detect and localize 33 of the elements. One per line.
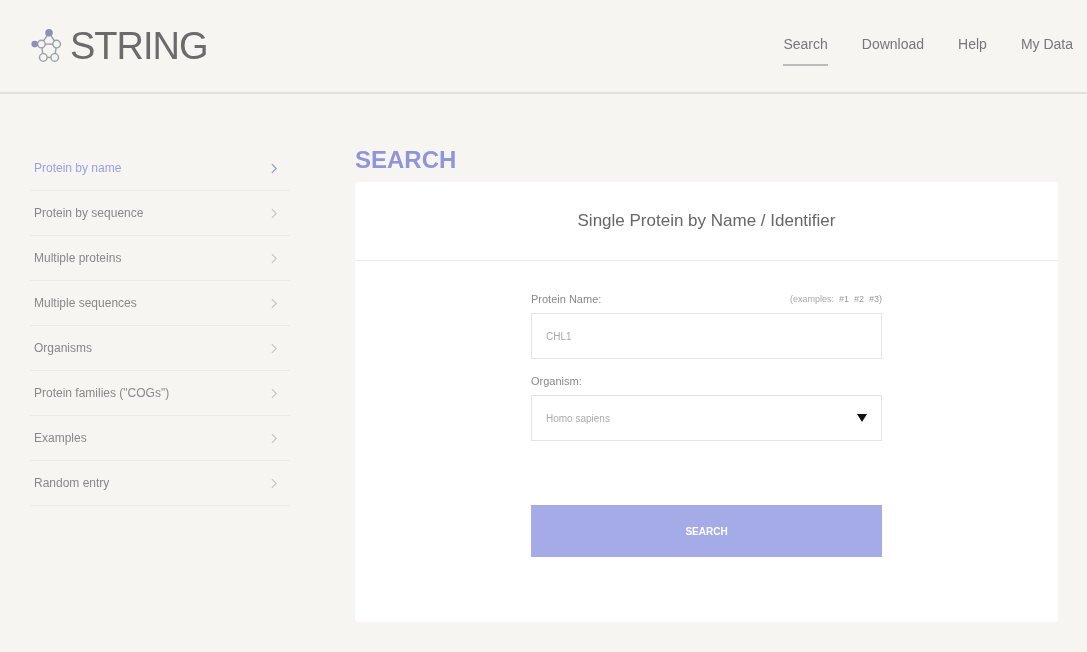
chevron-icon [271,162,278,174]
protein-name-field[interactable]: CHL1 [531,313,882,359]
nav-link[interactable]: My Data [1020,30,1073,66]
example-link[interactable]: #3) [869,294,882,304]
sidebar-item[interactable]: Protein by sequence [30,191,290,236]
chevron-icon [271,387,278,399]
field-label: Organism: [531,375,583,387]
chevron-icon [271,297,278,309]
field-label: Protein Name: [531,293,602,305]
sidebar-item[interactable]: Multiple proteins [30,236,290,281]
example-link[interactable]: #2 [853,294,864,304]
sidebar-item[interactable]: Random entry [30,461,290,506]
sidebar-item[interactable]: Protein families ("COGs") [30,371,290,416]
search-button[interactable]: SEARCH [531,505,882,557]
nav-link[interactable]: Help [958,30,987,66]
sidebar-item[interactable]: Organisms [30,326,290,371]
logo-text: STRING [70,24,208,68]
card-title: Single Protein by Name / Identifier [355,182,1058,261]
sidebar-item[interactable]: Protein by name [30,146,290,191]
page-heading: SEARCH [355,146,458,175]
nav-link[interactable]: Search [783,30,828,66]
organism-dropdown[interactable]: Homo sapiens [531,395,882,441]
sidebar-item[interactable]: Examples [30,416,290,461]
nav-link[interactable]: Download [861,30,925,66]
chevron-icon [271,477,278,489]
examples-label: (examples: [789,294,834,304]
chevron-icon [271,432,278,444]
chevron-icon [271,207,278,219]
dropdown-arrow-icon [857,414,867,422]
example-link[interactable]: #1 [838,294,849,304]
chevron-icon [271,342,278,354]
chevron-icon [271,252,278,264]
sidebar-item[interactable]: Multiple sequences [30,281,290,326]
